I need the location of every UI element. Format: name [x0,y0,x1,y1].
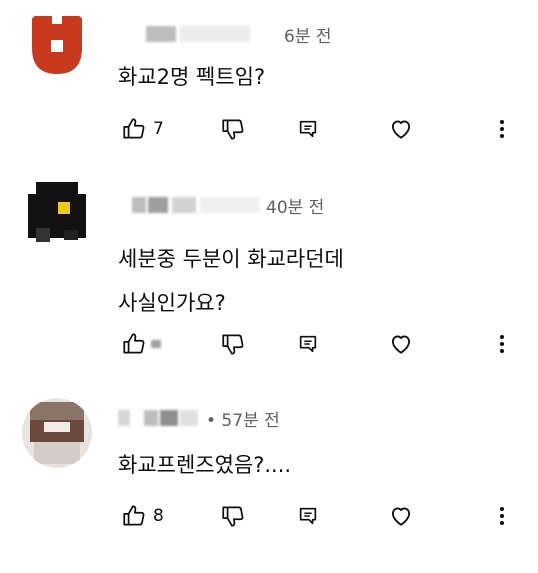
comment-text-line: 화교프렌즈였음?.... [118,453,292,477]
reply-icon [299,507,317,525]
like-count-redacted [151,340,161,348]
comment-meta: • 57분 전 [118,404,280,432]
thumbs-up-icon [123,118,145,139]
more-options-button[interactable] [494,113,510,145]
comment-meta: 6분 전 [118,20,332,48]
comment-text-line: 세분중 두분이 화교라던데 [118,247,344,271]
dislike-button[interactable] [220,500,246,532]
comment-actions: 8 [0,500,538,532]
reply-button[interactable] [297,328,319,360]
like-count: 7 [153,119,164,139]
heart-button[interactable] [388,500,414,532]
comment-time: 40분 전 [266,197,325,218]
thumbs-up-icon [123,333,145,354]
thumbs-down-icon [222,334,244,355]
thumbs-down-icon [222,506,244,527]
avatar[interactable] [22,398,92,468]
author-name-redacted [118,410,130,426]
author-name-redacted [144,410,158,426]
more-vert-icon [500,507,504,525]
red-shield-avatar-icon [32,16,82,74]
comment-actions [0,328,538,360]
comment-text: 세분중 두분이 화교라던데 사실인가요? [118,240,344,322]
more-options-button[interactable] [494,500,510,532]
reply-button[interactable] [297,500,319,532]
comment-meta: 40분 전 [118,191,324,219]
heart-icon [391,335,411,354]
avatar[interactable] [22,176,92,246]
like-button[interactable]: 8 [121,500,164,532]
more-vert-icon [500,120,504,138]
thumbs-up-icon [123,505,145,526]
brown-pixel-avatar-icon [22,398,92,468]
heart-icon [391,120,411,139]
author-name-redacted [180,26,250,42]
comment-text-line: 화교2명 펙트임? [118,65,266,89]
comment-text: 화교프렌즈였음?.... [118,452,291,478]
heart-button[interactable] [388,328,414,360]
dislike-button[interactable] [220,328,246,360]
comment-time: 6분 전 [284,26,332,47]
black-pixel-avatar-icon [28,182,86,242]
dislike-button[interactable] [220,113,246,145]
author-name-redacted [200,197,260,213]
author-name-redacted [146,26,176,42]
comment-text-line: 사실인가요? [118,291,226,315]
thumbs-down-icon [222,119,244,140]
heart-icon [391,507,411,526]
author-name-redacted [132,197,146,213]
like-count: 8 [153,506,164,526]
author-name-redacted [172,197,196,213]
comment-text: 화교2명 펙트임? [118,64,265,90]
like-button[interactable]: 7 [121,113,164,145]
reply-icon [299,335,317,353]
like-button[interactable] [121,328,161,360]
author-name-redacted [160,410,178,426]
avatar[interactable] [22,8,92,78]
more-vert-icon [500,335,504,353]
comment-time: • 57분 전 [206,410,280,431]
more-options-button[interactable] [494,328,510,360]
heart-button[interactable] [388,113,414,145]
reply-button[interactable] [297,113,319,145]
comment-actions: 7 [0,113,538,145]
reply-icon [299,120,317,138]
author-name-redacted [148,197,168,213]
author-name-redacted [180,410,198,426]
